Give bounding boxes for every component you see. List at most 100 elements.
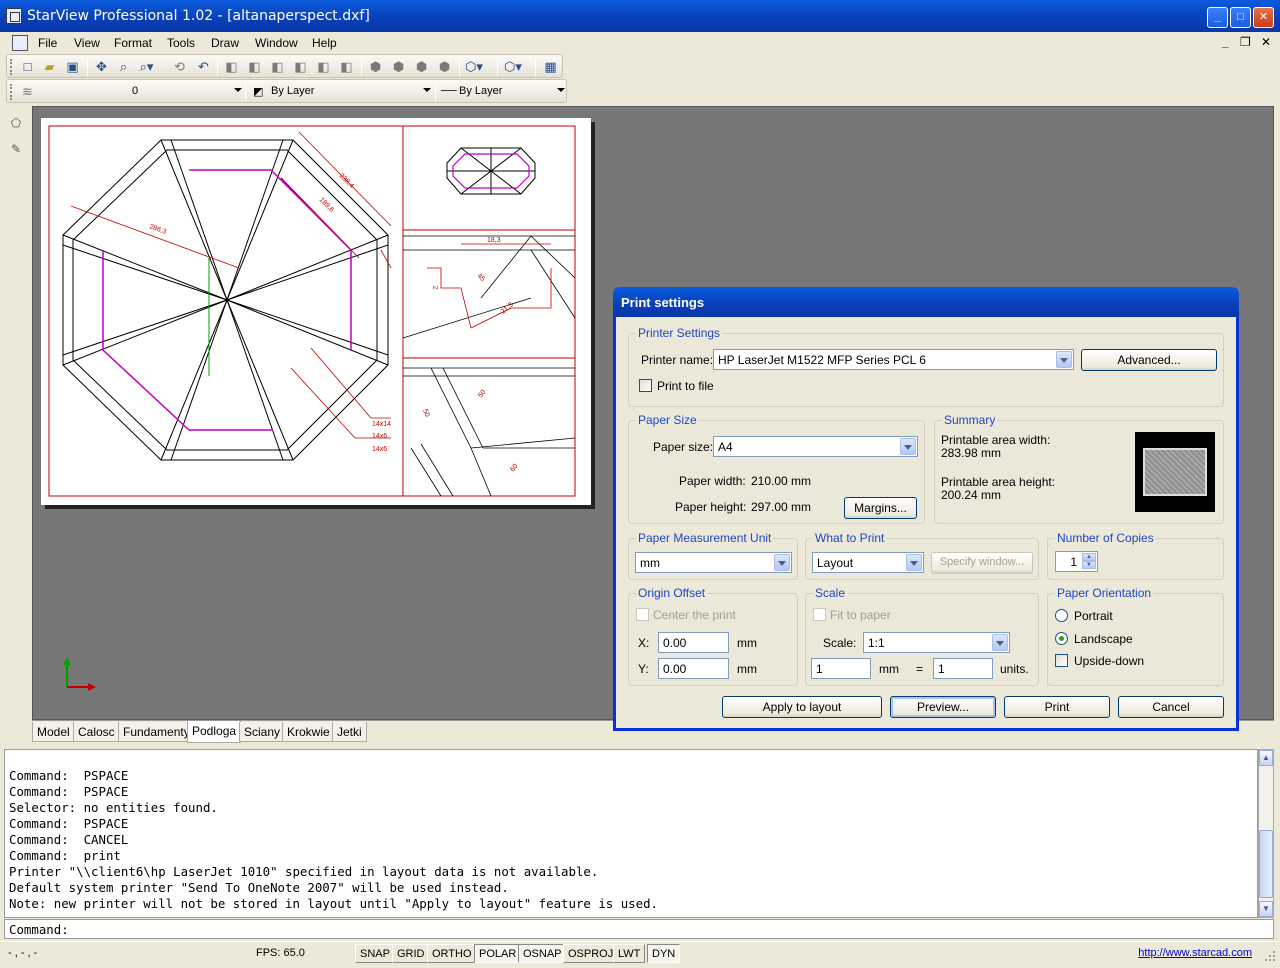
menu-help[interactable]: Help: [312, 36, 337, 50]
origin-x-input[interactable]: 0.00: [658, 632, 729, 653]
orbit-icon[interactable]: ⟲: [171, 58, 188, 75]
properties-icon[interactable]: ▦: [542, 58, 559, 75]
zoom-dropdown-icon[interactable]: ⌕▾: [138, 58, 155, 75]
unit-label: mm: [737, 662, 757, 676]
view-back-icon[interactable]: ◧: [338, 58, 355, 75]
margins-button[interactable]: Margins...: [844, 497, 917, 519]
toolbar-grip[interactable]: [10, 59, 13, 75]
apply-to-layout-button[interactable]: Apply to layout: [722, 696, 882, 718]
iso-sw-icon[interactable]: ⬢: [367, 58, 384, 75]
chevron-down-icon: [906, 554, 922, 571]
portrait-radio[interactable]: [1055, 609, 1068, 622]
iso-nw-icon[interactable]: ⬢: [436, 58, 453, 75]
tab-jetki[interactable]: Jetki: [332, 722, 367, 742]
doc-minimize-icon[interactable]: _: [1222, 35, 1229, 49]
view-left-icon[interactable]: ◧: [269, 58, 286, 75]
snap-toggle[interactable]: SNAP: [355, 944, 395, 963]
viewport-dropdown-icon[interactable]: ⬡▾: [504, 58, 522, 75]
menu-tools[interactable]: Tools: [167, 36, 195, 50]
tab-podloga[interactable]: Podloga: [187, 721, 242, 743]
landscape-radio[interactable]: [1055, 632, 1068, 645]
dim-label: 189,6: [318, 196, 335, 213]
shade-dropdown-icon[interactable]: ⬡▾: [465, 58, 483, 75]
upside-down-checkbox[interactable]: [1055, 654, 1068, 667]
doc-restore-icon[interactable]: ❐: [1240, 35, 1251, 49]
printable-width-value: 283.98 mm: [941, 446, 1002, 460]
scroll-thumb[interactable]: [1259, 830, 1273, 898]
menu-draw[interactable]: Draw: [211, 36, 239, 50]
pan-icon[interactable]: ✥: [93, 58, 110, 75]
view-right-icon[interactable]: ◧: [292, 58, 309, 75]
menu-window[interactable]: Window: [255, 36, 298, 50]
maximize-button[interactable]: □: [1230, 7, 1251, 28]
view-front-icon[interactable]: ◧: [315, 58, 332, 75]
y-label: Y:: [638, 662, 649, 676]
save-icon[interactable]: ▣: [64, 58, 81, 75]
menu-format[interactable]: Format: [114, 36, 152, 50]
print-to-file-checkbox[interactable]: [639, 379, 652, 392]
unit-label: mm: [737, 636, 757, 650]
close-button[interactable]: ✕: [1253, 7, 1274, 28]
print-settings-dialog: Print settings Printer Settings Printer …: [613, 287, 1239, 731]
tab-model[interactable]: Model: [32, 722, 75, 742]
cancel-button[interactable]: Cancel: [1118, 696, 1224, 718]
scale-paper-input[interactable]: 1: [811, 658, 871, 679]
ortho-toggle[interactable]: ORTHO: [427, 944, 477, 963]
iso-se-icon[interactable]: ⬢: [390, 58, 407, 75]
scale-select[interactable]: 1:1: [863, 632, 1010, 653]
preview-button[interactable]: Preview...: [890, 696, 996, 718]
osnap-toggle[interactable]: OSNAP: [518, 944, 567, 963]
toolbar-grip[interactable]: [10, 84, 13, 100]
specify-window-button[interactable]: Specify window...: [931, 552, 1033, 574]
doc-close-icon[interactable]: ✕: [1261, 35, 1271, 49]
spin-up-icon: ▲: [1082, 553, 1096, 561]
tab-fundamenty[interactable]: Fundamenty: [118, 722, 195, 742]
color-select[interactable]: ◩ By Layer: [251, 82, 433, 101]
view-top-icon[interactable]: ◧: [223, 58, 240, 75]
scroll-down-icon[interactable]: ▼: [1259, 901, 1273, 917]
paper-width-label: Paper width:: [679, 474, 746, 488]
lwt-toggle[interactable]: LWT: [613, 944, 646, 963]
command-scrollbar[interactable]: ▲ ▼: [1258, 749, 1274, 918]
menu-view[interactable]: View: [74, 36, 100, 50]
origin-y-input[interactable]: 0.00: [658, 658, 729, 679]
scroll-up-icon[interactable]: ▲: [1259, 750, 1273, 766]
layer-select[interactable]: 0: [39, 82, 244, 101]
tab-krokwie[interactable]: Krokwie: [282, 722, 335, 742]
advanced-button[interactable]: Advanced...: [1081, 349, 1217, 371]
printer-name-select[interactable]: HP LaserJet M1522 MFP Series PCL 6: [713, 349, 1074, 370]
draw-shape-icon[interactable]: ⬠: [7, 116, 25, 134]
fit-to-paper-checkbox[interactable]: [813, 608, 826, 621]
dyn-toggle[interactable]: DYN: [647, 944, 681, 963]
unit-select[interactable]: mm: [635, 552, 792, 573]
iso-ne-icon[interactable]: ⬢: [413, 58, 430, 75]
website-link[interactable]: http://www.starcad.com: [1138, 947, 1252, 959]
command-input[interactable]: Command:: [4, 919, 1274, 939]
scale-units-input[interactable]: 1: [933, 658, 993, 679]
minimize-button[interactable]: _: [1207, 7, 1228, 28]
paper-size-group: Paper Size Paper size: A4 Paper width: 2…: [628, 413, 925, 524]
zoom-window-icon[interactable]: ⌕: [115, 58, 132, 75]
copies-stepper[interactable]: 1 ▲ ▼: [1055, 551, 1098, 572]
new-file-icon[interactable]: □: [19, 58, 36, 75]
open-folder-icon[interactable]: ▰: [41, 58, 58, 75]
view-bottom-icon[interactable]: ◧: [246, 58, 263, 75]
grid-toggle[interactable]: GRID: [392, 944, 430, 963]
app-icon[interactable]: [6, 8, 22, 24]
menu-file[interactable]: File: [38, 36, 57, 50]
document-icon[interactable]: [12, 35, 28, 51]
osproj-toggle[interactable]: OSPROJ: [563, 944, 619, 963]
scale-label: Scale:: [823, 636, 857, 650]
annotation-icon[interactable]: ✎: [7, 142, 25, 160]
resize-grip-icon[interactable]: [1264, 950, 1276, 962]
undo-view-icon[interactable]: ↶: [195, 58, 212, 75]
linetype-select[interactable]: ── By Layer: [439, 82, 567, 101]
polar-toggle[interactable]: POLAR: [474, 944, 522, 963]
tab-calosc[interactable]: Calosc: [73, 722, 120, 742]
print-button[interactable]: Print: [1004, 696, 1110, 718]
tab-sciany[interactable]: Sciany: [239, 722, 286, 742]
what-to-print-select[interactable]: Layout: [812, 552, 924, 573]
paper-size-select[interactable]: A4: [713, 436, 918, 457]
center-print-checkbox[interactable]: [636, 608, 649, 621]
layers-icon[interactable]: ≋: [19, 83, 36, 100]
